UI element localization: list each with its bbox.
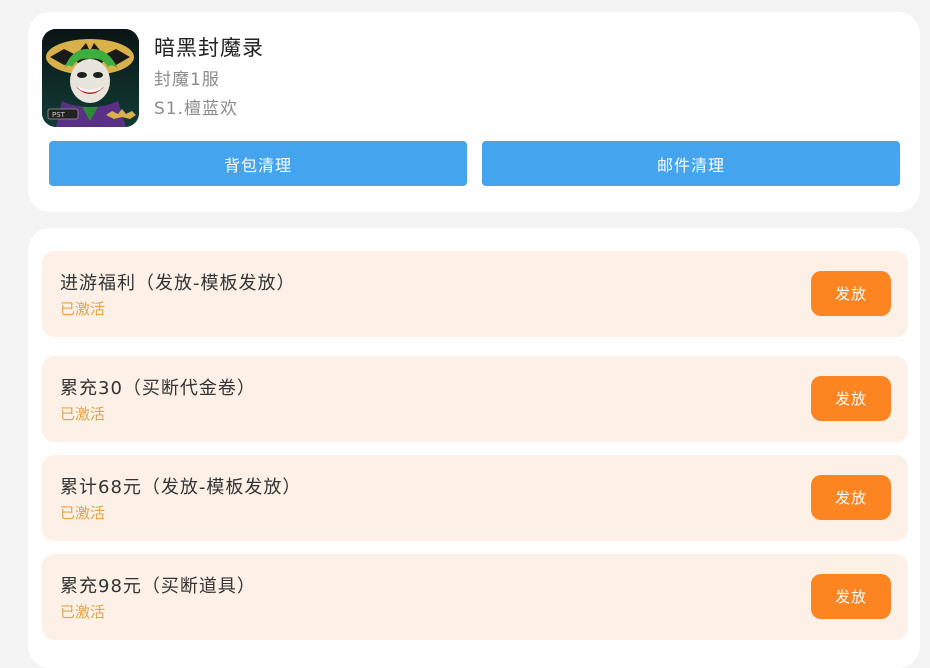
benefit-row: 累充98元（买断道具） 已激活 发放 [42,554,908,640]
grant-button[interactable]: 发放 [811,574,891,619]
svg-text:PST: PST [52,111,66,119]
grant-button[interactable]: 发放 [811,475,891,520]
benefit-name: 进游福利（发放-模板发放） [60,273,296,294]
benefit-status: 已激活 [60,405,106,423]
game-role: S1.檀蓝欢 [154,99,239,119]
joker-game-icon: PST [42,29,139,127]
grant-button[interactable]: 发放 [811,376,891,421]
benefit-status: 已激活 [60,300,106,318]
game-info-card: PST 暗黑封魔录 封魔1服 S1.檀蓝欢 背包清理 邮件清理 [28,12,920,212]
bag-clean-button[interactable]: 背包清理 [49,141,467,186]
benefit-name: 累计68元（发放-模板发放） [60,477,302,498]
benefit-row: 累充30（买断代金卷） 已激活 发放 [42,356,908,442]
benefit-name: 累充98元（买断道具） [60,576,256,597]
benefit-row: 累计68元（发放-模板发放） 已激活 发放 [42,455,908,541]
benefit-status: 已激活 [60,504,106,522]
game-server: 封魔1服 [154,70,220,90]
benefit-list-card: 进游福利（发放-模板发放） 已激活 发放 累充30（买断代金卷） 已激活 发放 … [28,228,920,668]
benefit-name: 累充30（买断代金卷） [60,378,256,399]
game-title: 暗黑封魔录 [154,36,264,60]
mail-clean-button[interactable]: 邮件清理 [482,141,900,186]
benefit-row: 进游福利（发放-模板发放） 已激活 发放 [42,251,908,337]
benefit-status: 已激活 [60,603,106,621]
grant-button[interactable]: 发放 [811,271,891,316]
